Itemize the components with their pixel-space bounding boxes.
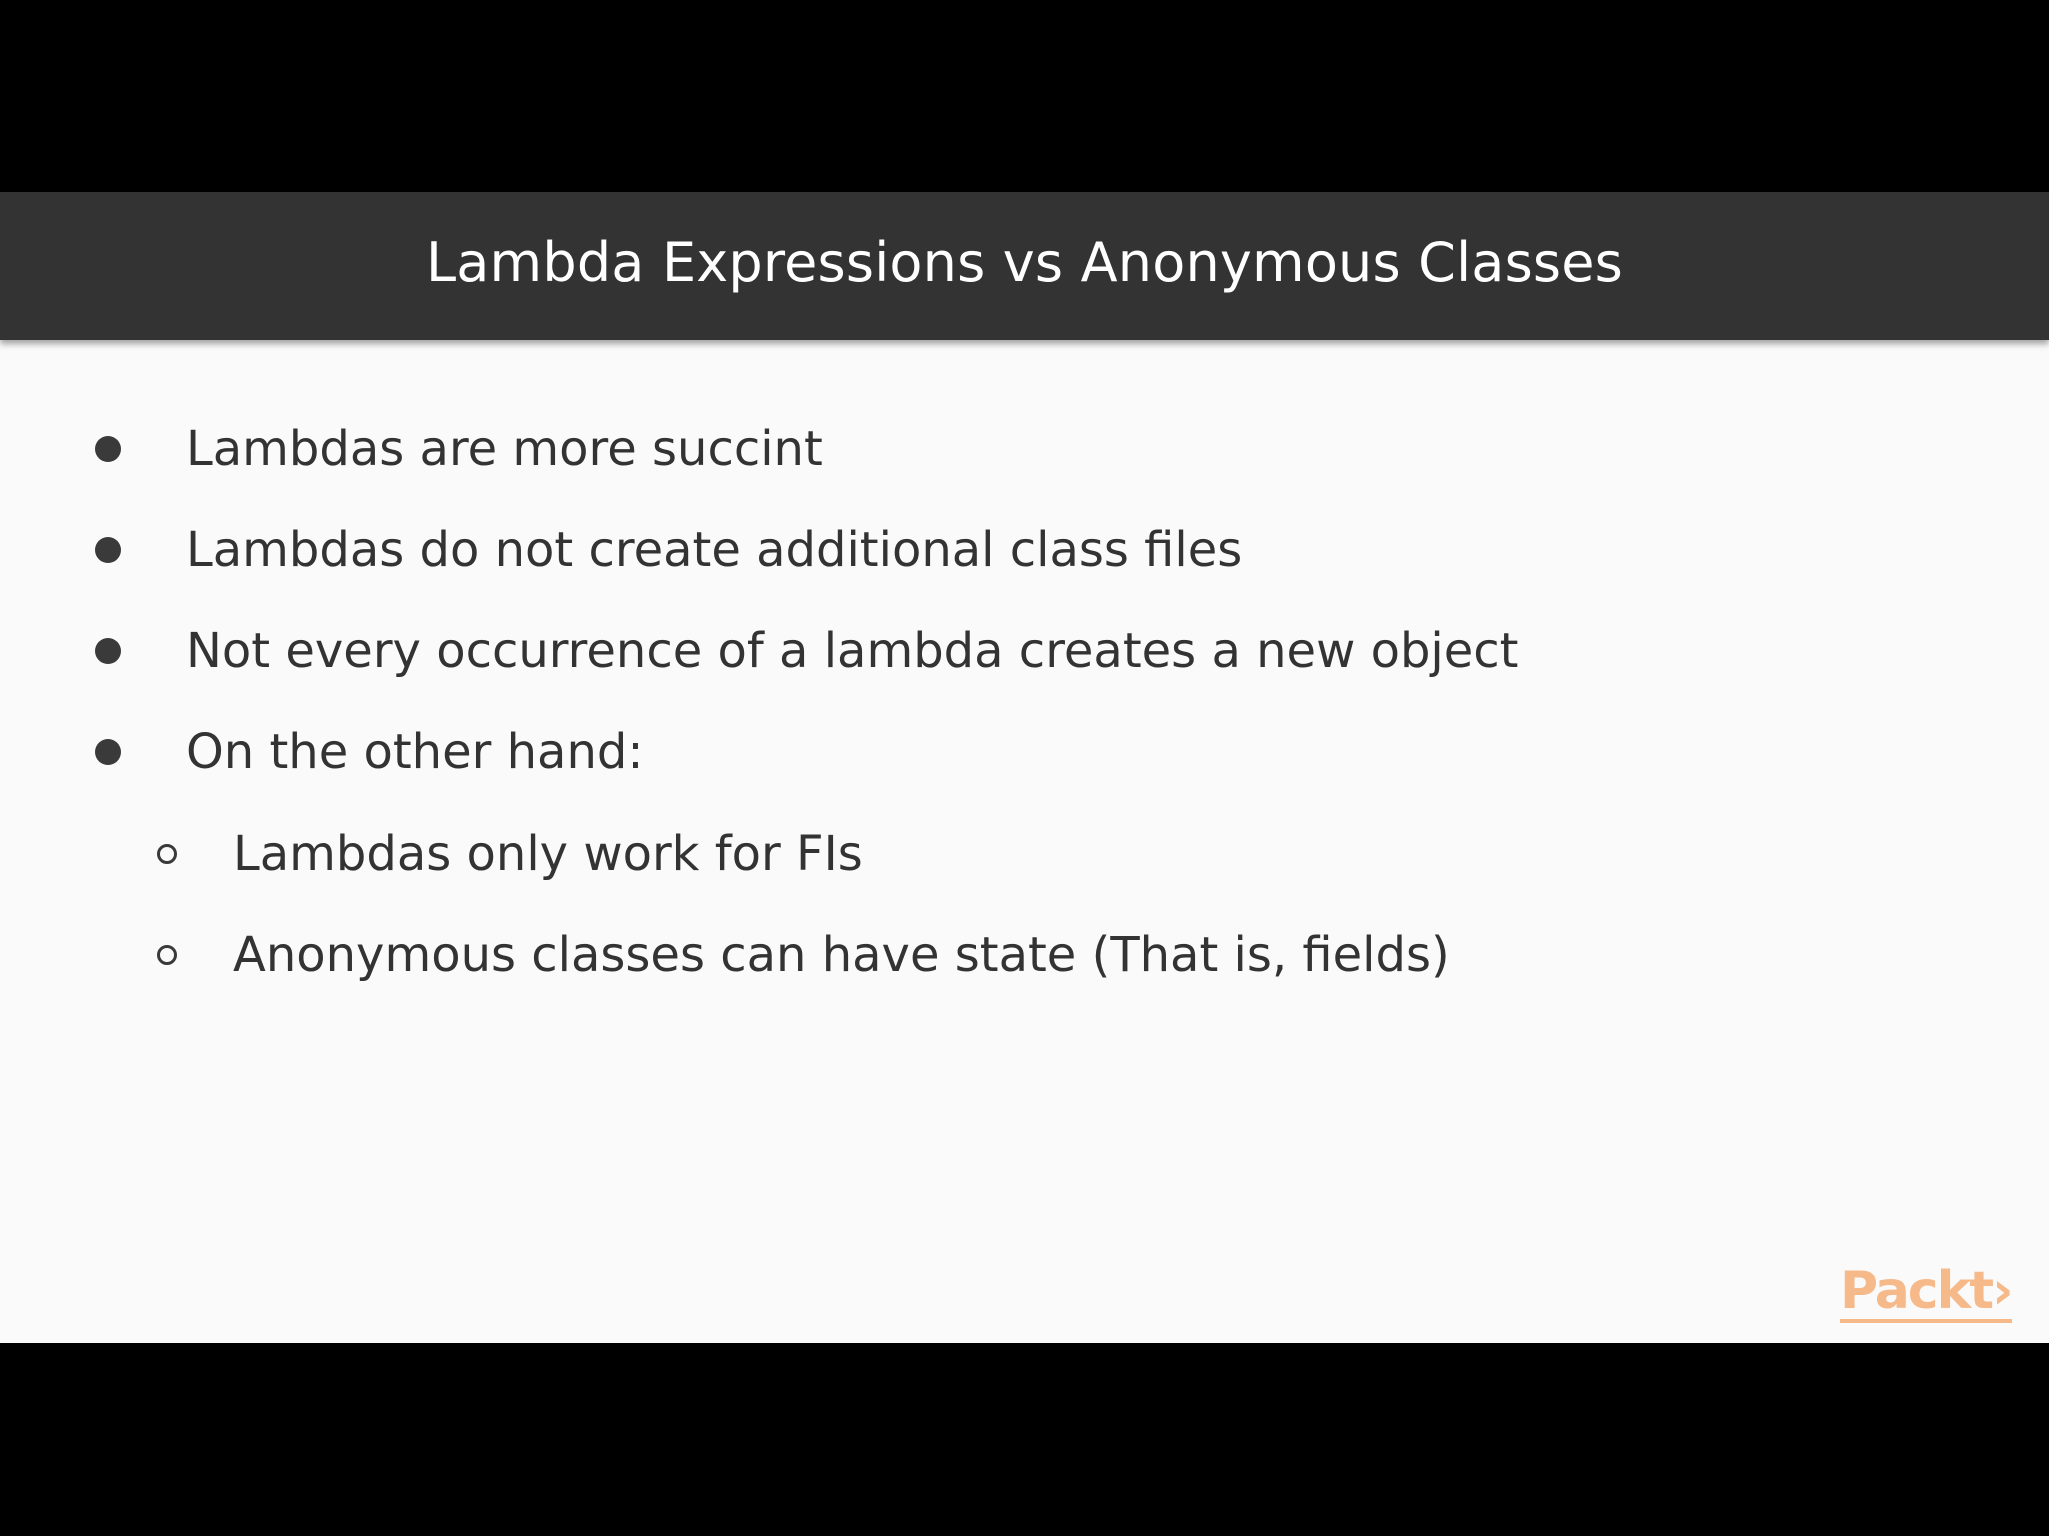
bullet-item-2: Lambdas do not create additional class f… (95, 522, 1242, 578)
bullet-item-1: Lambdas are more succint (95, 421, 823, 477)
sub-bullet-item-1: Lambdas only work for FIs (157, 826, 863, 882)
sub-bullet-ring-icon (157, 844, 177, 864)
title-bar: Lambda Expressions vs Anonymous Classes (0, 192, 2049, 340)
sub-bullet-ring-icon (157, 945, 177, 965)
sub-bullet-text: Anonymous classes can have state (That i… (233, 927, 1450, 983)
bullet-item-4: On the other hand: (95, 724, 644, 780)
bullet-text: Lambdas are more succint (186, 421, 823, 477)
bullet-item-3: Not every occurrence of a lambda creates… (95, 623, 1519, 679)
bullet-dot-icon (95, 739, 121, 765)
slide-title: Lambda Expressions vs Anonymous Classes (425, 230, 1624, 294)
slide: Lambda Expressions vs Anonymous Classes … (0, 192, 2049, 1343)
sub-bullet-text: Lambdas only work for FIs (233, 826, 863, 882)
bullet-dot-icon (95, 436, 121, 462)
bullet-dot-icon (95, 537, 121, 563)
bullet-text: Not every occurrence of a lambda creates… (186, 623, 1519, 679)
sub-bullet-item-2: Anonymous classes can have state (That i… (157, 927, 1450, 983)
bullet-text: Lambdas do not create additional class f… (186, 522, 1243, 578)
bullet-dot-icon (95, 638, 121, 664)
packt-logo-text: Packt› (1840, 1261, 2013, 1323)
packt-logo: Packt› (1840, 1263, 2013, 1323)
bullet-text: On the other hand: (186, 724, 644, 780)
